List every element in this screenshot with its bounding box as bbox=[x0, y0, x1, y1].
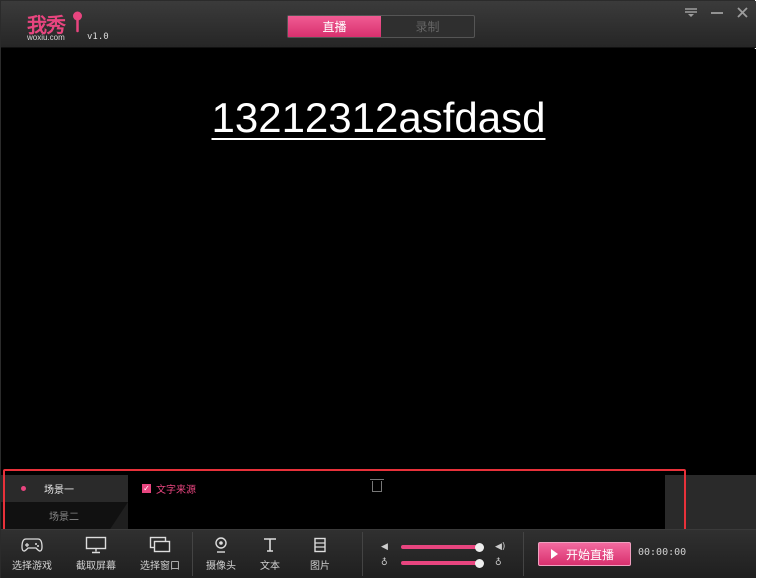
microphone-icon[interactable]: ♁ bbox=[381, 558, 393, 568]
gamepad-icon bbox=[21, 536, 43, 554]
tool-label: 图片 bbox=[310, 561, 330, 572]
scene-source-panel: 场景一 场景二 ✓ 文字来源 bbox=[1, 475, 756, 529]
trash-icon[interactable] bbox=[370, 479, 384, 492]
speaker-volume-row: ◀ ◀) bbox=[381, 540, 511, 554]
app-version: v1.0 bbox=[87, 32, 109, 42]
scene-item-label: 场景二 bbox=[49, 512, 79, 523]
logo-subtext: woxiu.com bbox=[27, 33, 65, 42]
close-icon[interactable] bbox=[737, 7, 748, 20]
scene-item-2[interactable]: 场景二 bbox=[1, 502, 128, 529]
monitor-icon bbox=[85, 536, 107, 554]
live-timer: 00:00:00 bbox=[638, 547, 687, 558]
window-controls bbox=[685, 7, 748, 20]
scene-item-1[interactable]: 场景一 bbox=[1, 475, 128, 502]
text-button[interactable]: 文本 bbox=[259, 536, 281, 572]
image-icon bbox=[309, 536, 331, 554]
microphone-boost-icon[interactable]: ♁ bbox=[495, 558, 502, 568]
app-logo: 我秀 woxiu.com v1.0 bbox=[27, 9, 109, 43]
tab-live[interactable]: 直播 bbox=[288, 16, 381, 37]
minimize-icon[interactable] bbox=[711, 8, 723, 20]
audio-controls: ◀ ◀) ♁ ♁ bbox=[381, 540, 511, 572]
play-icon bbox=[551, 549, 558, 559]
mic-volume-row: ♁ ♁ bbox=[381, 556, 511, 570]
tool-label: 文本 bbox=[260, 561, 280, 572]
panel-side-area bbox=[665, 475, 756, 529]
menu-icon[interactable] bbox=[685, 7, 697, 20]
speaker-icon[interactable]: ◀ bbox=[381, 542, 393, 552]
mic-volume-slider[interactable] bbox=[401, 561, 479, 565]
tool-label: 摄像头 bbox=[206, 561, 236, 572]
tab-record[interactable]: 录制 bbox=[381, 16, 474, 37]
microphone-logo-icon bbox=[73, 11, 82, 33]
mic-volume-knob[interactable] bbox=[475, 558, 484, 568]
preview-stage: 13212312asfdasd bbox=[1, 49, 756, 475]
speaker-loud-icon[interactable]: ◀) bbox=[495, 542, 505, 552]
main-window: 我秀 woxiu.com v1.0 直播 录制 13212312asfdasd … bbox=[0, 0, 756, 578]
source-item-label: 文字来源 bbox=[156, 485, 196, 496]
start-live-label: 开始直播 bbox=[566, 547, 615, 562]
select-game-button[interactable]: 选择游戏 bbox=[12, 536, 52, 572]
tool-label: 选择窗口 bbox=[140, 561, 180, 572]
start-live-button[interactable]: 开始直播 bbox=[538, 542, 631, 566]
tool-label: 选择游戏 bbox=[12, 561, 52, 572]
scene-list: 场景一 场景二 bbox=[1, 475, 128, 529]
window-icon bbox=[149, 536, 171, 554]
mode-switch: 直播 录制 bbox=[287, 15, 475, 38]
select-window-button[interactable]: 选择窗口 bbox=[140, 536, 180, 572]
text-icon bbox=[259, 536, 281, 554]
active-scene-dot-icon bbox=[21, 486, 26, 491]
tool-label: 截取屏幕 bbox=[76, 561, 116, 572]
checkbox-checked-icon[interactable]: ✓ bbox=[142, 484, 151, 493]
bottom-toolbar: 选择游戏 截取屏幕 选择窗口 摄像头 文本 图片 ◀ ◀) ♁ ♁ 开始直播 0… bbox=[1, 529, 756, 578]
speaker-volume-knob[interactable] bbox=[475, 542, 484, 552]
scene-item-label: 场景一 bbox=[44, 485, 74, 496]
speaker-volume-slider[interactable] bbox=[401, 545, 479, 549]
webcam-button[interactable]: 摄像头 bbox=[206, 536, 236, 572]
stage-overlay-text[interactable]: 13212312asfdasd bbox=[1, 94, 756, 142]
capture-screen-button[interactable]: 截取屏幕 bbox=[76, 536, 116, 572]
image-button[interactable]: 图片 bbox=[309, 536, 331, 572]
source-list: ✓ 文字来源 bbox=[128, 475, 665, 529]
title-bar: 我秀 woxiu.com v1.0 直播 录制 bbox=[1, 1, 756, 48]
source-item-text[interactable]: ✓ 文字来源 bbox=[142, 481, 196, 496]
webcam-icon bbox=[210, 536, 232, 554]
